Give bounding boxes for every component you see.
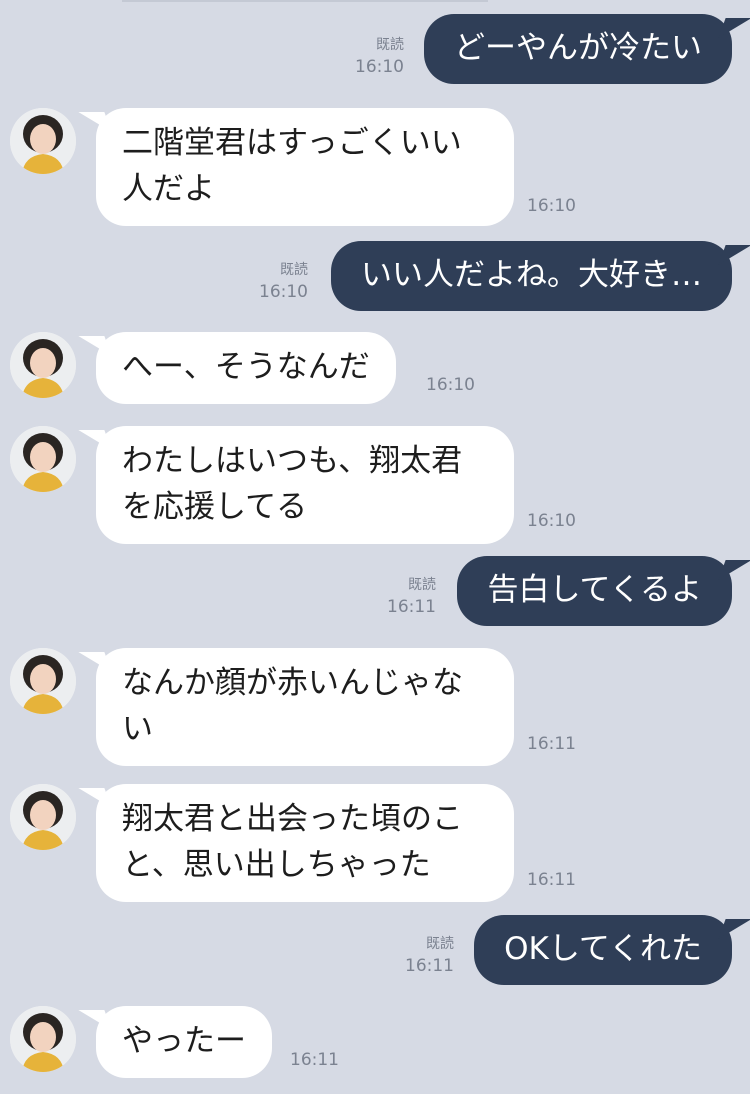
chat-window: 既読 16:10 どーやんが冷たい 二階堂君はすっごくいい 人だよ 16:10 …: [0, 0, 750, 1094]
message-text: OKしてくれた: [504, 931, 702, 967]
message-meta: 既読 16:11: [390, 933, 454, 977]
outgoing-message-bubble[interactable]: どーやんが冷たい: [424, 14, 732, 84]
avatar[interactable]: [10, 1006, 76, 1072]
read-receipt: 既読: [426, 936, 454, 952]
divider: [122, 0, 488, 2]
avatar[interactable]: [10, 426, 76, 492]
read-receipt: 既読: [408, 577, 436, 593]
message-line: やったー: [122, 1023, 246, 1059]
message-text: 告白してくるよ: [487, 572, 702, 608]
outgoing-message-bubble[interactable]: OKしてくれた: [474, 915, 732, 985]
timestamp: 16:10: [355, 57, 404, 77]
avatar-icon: [10, 108, 76, 174]
avatar-icon: [10, 426, 76, 492]
message-line: なんか顔が赤いんじゃな: [122, 665, 463, 701]
message-meta: 既読 16:10: [244, 259, 308, 303]
message-line: と、思い出しちゃった: [122, 847, 431, 883]
message-line: 人だよ: [122, 171, 215, 207]
timestamp: 16:10: [426, 375, 475, 395]
incoming-message-bubble[interactable]: 翔太君と出会った頃のこ と、思い出しちゃった: [96, 784, 514, 902]
avatar[interactable]: [10, 784, 76, 850]
message-line: へー、そうなんだ: [122, 349, 370, 385]
read-receipt: 既読: [280, 262, 308, 278]
read-receipt: 既読: [376, 37, 404, 53]
timestamp: 16:10: [527, 511, 576, 531]
avatar-icon: [10, 332, 76, 398]
incoming-message-bubble[interactable]: やったー: [96, 1006, 272, 1078]
timestamp: 16:11: [405, 956, 454, 976]
message-line: い: [122, 711, 153, 747]
timestamp: 16:10: [527, 196, 576, 216]
message-meta: 既読 16:11: [372, 574, 436, 618]
message-line: を応援してる: [122, 489, 308, 525]
outgoing-message-bubble[interactable]: 告白してくるよ: [457, 556, 732, 626]
outgoing-message-bubble[interactable]: いい人だよね。大好き…: [331, 241, 732, 311]
avatar[interactable]: [10, 108, 76, 174]
avatar-icon: [10, 1006, 76, 1072]
message-line: わたしはいつも、翔太君: [122, 443, 463, 479]
avatar[interactable]: [10, 648, 76, 714]
timestamp: 16:11: [290, 1050, 339, 1070]
message-text: どーやんが冷たい: [454, 30, 702, 66]
incoming-message-bubble[interactable]: 二階堂君はすっごくいい 人だよ: [96, 108, 514, 226]
avatar[interactable]: [10, 332, 76, 398]
incoming-message-bubble[interactable]: なんか顔が赤いんじゃな い: [96, 648, 514, 766]
message-text: いい人だよね。大好き…: [361, 257, 702, 293]
incoming-message-bubble[interactable]: わたしはいつも、翔太君 を応援してる: [96, 426, 514, 544]
message-meta: 既読 16:10: [340, 34, 404, 78]
message-line: 翔太君と出会った頃のこ: [122, 801, 463, 837]
avatar-icon: [10, 648, 76, 714]
timestamp: 16:11: [527, 734, 576, 754]
message-line: 二階堂君はすっごくいい: [122, 125, 462, 161]
timestamp: 16:10: [259, 282, 308, 302]
timestamp: 16:11: [387, 597, 436, 617]
timestamp: 16:11: [527, 870, 576, 890]
avatar-icon: [10, 784, 76, 850]
incoming-message-bubble[interactable]: へー、そうなんだ: [96, 332, 396, 404]
